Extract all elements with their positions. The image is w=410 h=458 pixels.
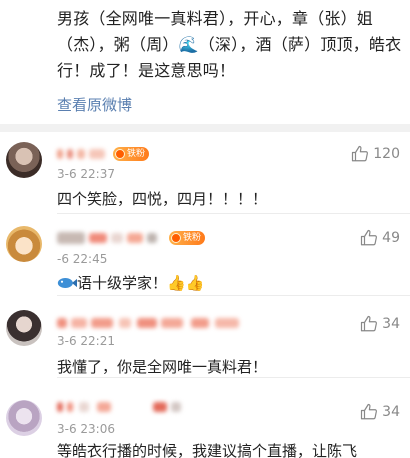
comment-time: 3-6 23:06 — [57, 422, 115, 436]
fan-badge: 铁粉 — [169, 231, 206, 245]
comment-text: 等皓衣行播的时候，我建议搞个直播，让陈飞 — [57, 442, 358, 458]
comment-item: 铁粉 -6 22:45 语十级学家！👍👍 49 — [0, 214, 410, 296]
comment-item: 3-6 22:21 我懂了，你是全网唯一真料君！ 34 — [0, 296, 410, 378]
thumbs-up-outline-icon — [361, 315, 378, 332]
like-button[interactable]: 34 — [360, 402, 400, 422]
comment-time: -6 22:45 — [57, 252, 108, 266]
like-count: 120 — [373, 146, 400, 162]
comment-text: 我懂了，你是全网唯一真料君！ — [57, 358, 268, 376]
comment-item: 铁粉 3-6 22:37 四个笑脸，四悦，四月！！！！ 120 — [0, 132, 410, 214]
username-blurred[interactable]: 铁粉 — [57, 146, 167, 162]
avatar[interactable] — [6, 400, 42, 436]
post-text-content: 男孩（全网唯一真料君），开心，章（张）姐（杰），粥（周）🌊（深），酒（萨）顶顶，… — [57, 9, 402, 80]
avatar[interactable] — [6, 310, 42, 346]
comment-text: 四个笑脸，四悦，四月！！！！ — [57, 190, 268, 208]
avatar[interactable] — [6, 142, 42, 178]
like-button[interactable]: 34 — [360, 314, 400, 334]
comment-text: 语十级学家！👍👍 — [57, 272, 204, 293]
section-separator — [0, 124, 410, 132]
like-count: 34 — [382, 316, 400, 332]
post-text: 男孩（全网唯一真料君），开心，章（张）姐（杰），粥（周）🌊（深），酒（萨）顶顶，… — [57, 6, 402, 84]
like-count: 34 — [382, 404, 400, 420]
fan-badge-icon — [171, 233, 181, 243]
thumbs-up-outline-icon — [352, 145, 369, 162]
comment-time: 3-6 22:21 — [57, 334, 115, 348]
comment-time: 3-6 22:37 — [57, 167, 115, 181]
comment-item: 3-6 23:06 等皓衣行播的时候，我建议搞个直播，让陈飞 34 — [0, 378, 410, 458]
fan-badge: 铁粉 — [113, 147, 150, 161]
like-count: 49 — [382, 230, 400, 246]
view-original-link[interactable]: 查看原微博 — [57, 94, 132, 115]
thumbs-up-outline-icon — [361, 403, 378, 420]
thumbs-up-outline-icon — [361, 229, 378, 246]
username-blurred[interactable] — [57, 316, 247, 332]
fish-emoji-icon — [57, 278, 77, 288]
username-blurred[interactable]: 铁粉 — [57, 230, 227, 246]
username-blurred[interactable] — [57, 400, 227, 416]
avatar[interactable] — [6, 226, 42, 262]
post-body: 男孩（全网唯一真料君），开心，章（张）姐（杰），粥（周）🌊（深），酒（萨）顶顶，… — [0, 0, 410, 124]
fan-badge-icon — [115, 149, 125, 159]
like-button[interactable]: 120 — [351, 144, 400, 164]
like-button[interactable]: 49 — [360, 228, 400, 248]
